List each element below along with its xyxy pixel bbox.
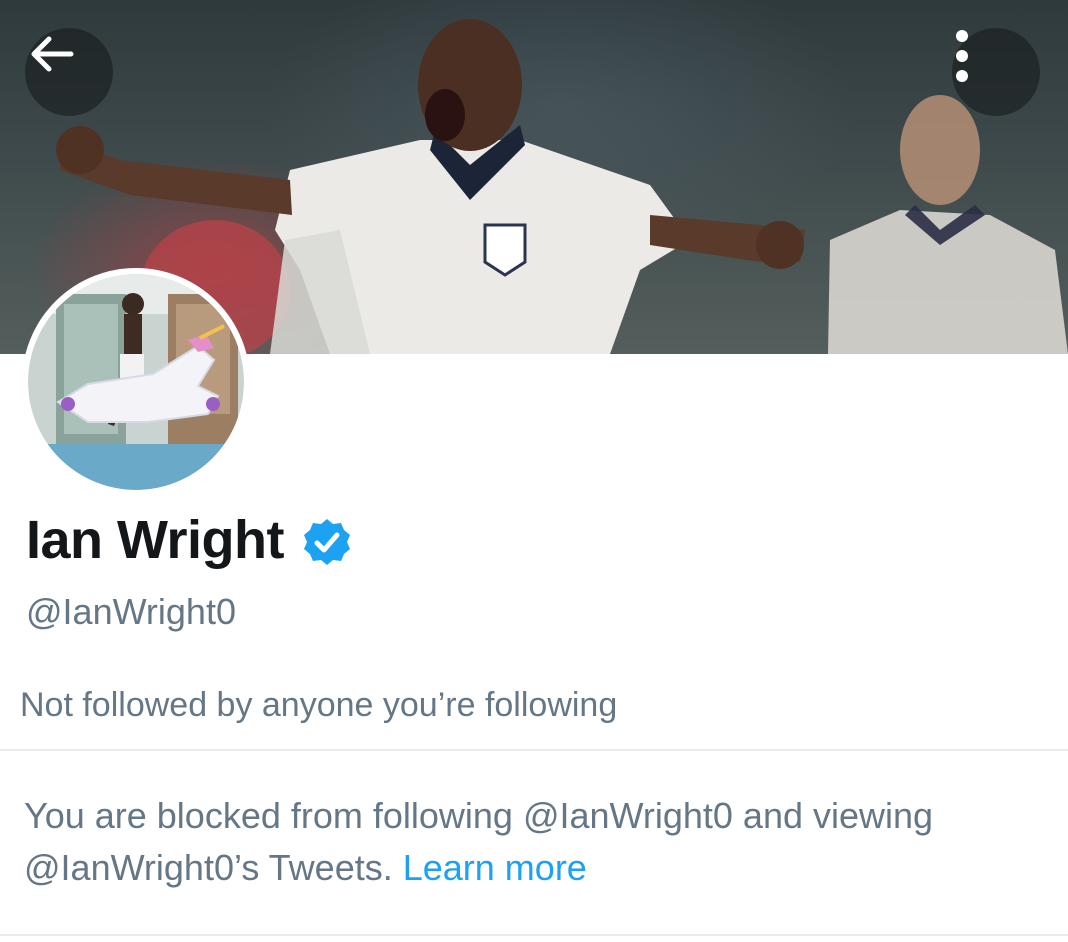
avatar-photo xyxy=(28,274,244,490)
back-button[interactable] xyxy=(25,28,113,116)
more-options-button[interactable] xyxy=(952,28,1040,116)
learn-more-link[interactable]: Learn more xyxy=(403,847,587,888)
verified-badge-icon xyxy=(304,519,350,565)
vertical-ellipsis-icon xyxy=(956,30,968,82)
divider xyxy=(0,749,1068,751)
followers-you-know-note: Not followed by anyone you’re following xyxy=(20,686,618,724)
profile-name: Ian Wright xyxy=(26,510,285,570)
avatar[interactable] xyxy=(22,268,250,496)
arrow-left-icon xyxy=(31,36,74,72)
blocked-notice: You are blocked from following @IanWrigh… xyxy=(24,790,1044,894)
divider xyxy=(0,934,1068,936)
profile-handle: @IanWright0 xyxy=(26,591,236,632)
profile-name-row: Ian Wright xyxy=(26,505,352,575)
